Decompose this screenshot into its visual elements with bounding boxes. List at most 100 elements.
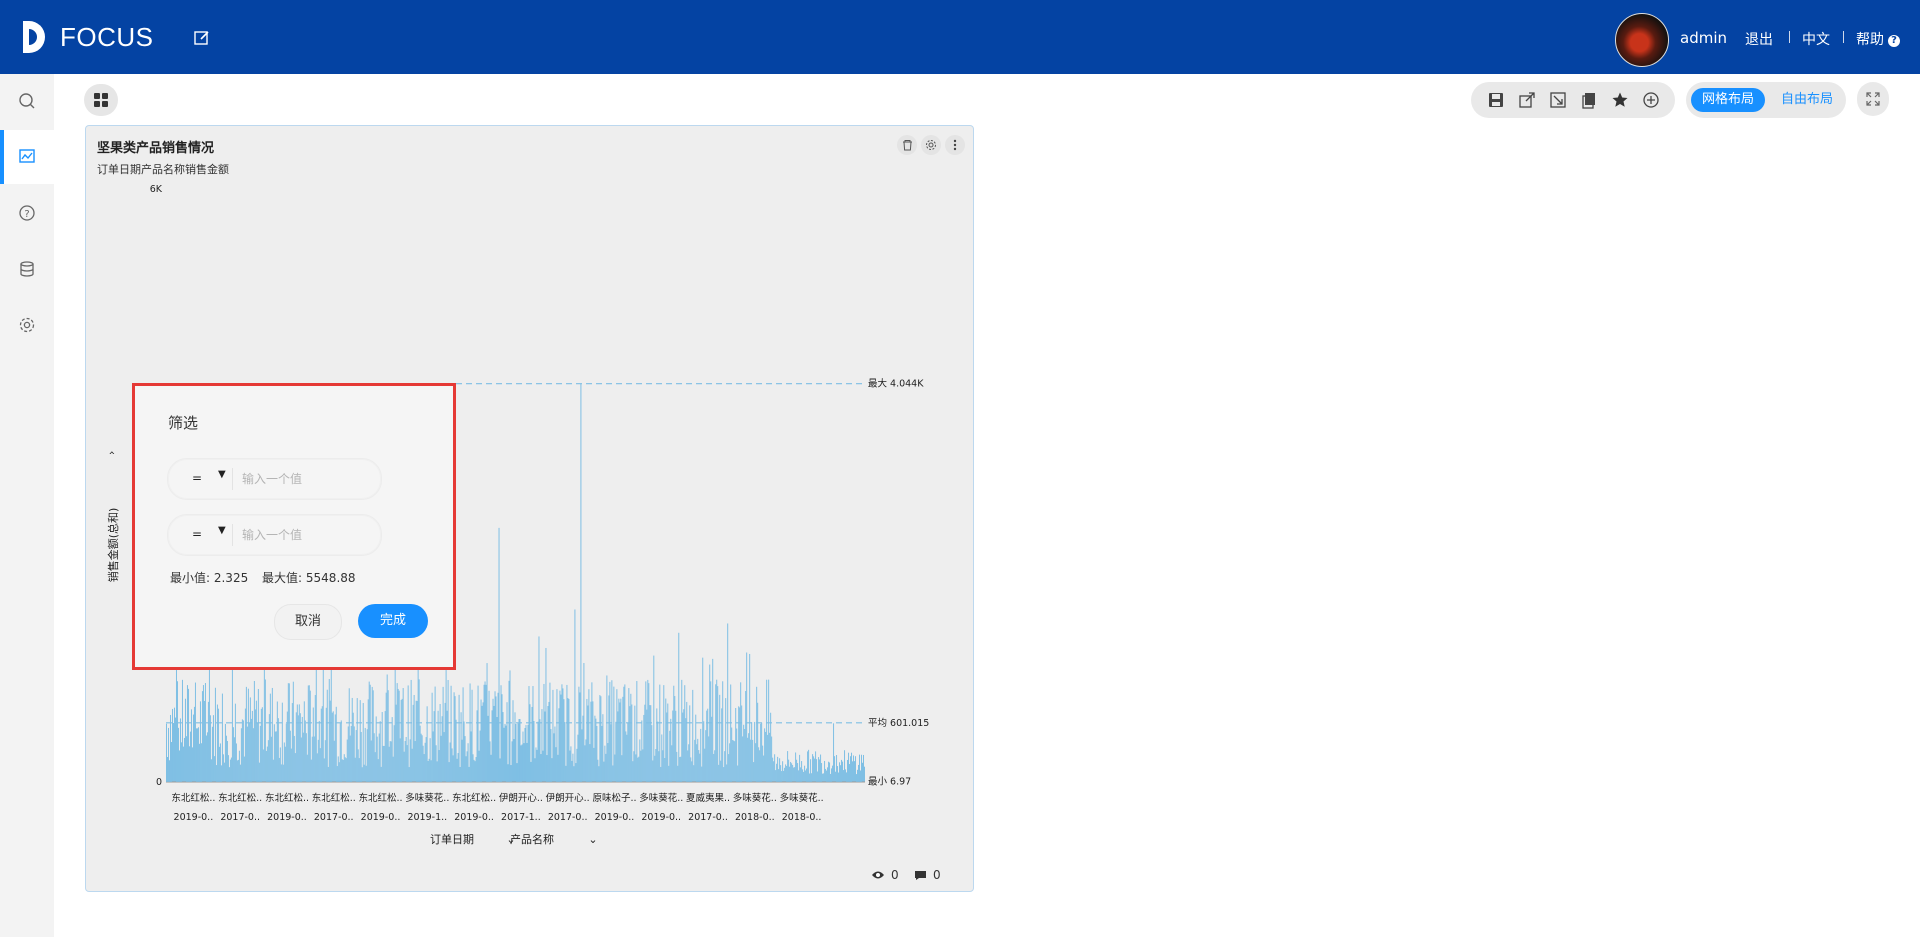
bar [614,754,616,782]
bar [190,709,192,782]
copy-icon[interactable] [1580,91,1598,109]
edit-icon[interactable] [193,29,211,51]
star-icon[interactable] [1611,91,1629,109]
bar [732,740,734,782]
bar [798,770,800,782]
grid-layout-button[interactable]: 网格布局 [1691,88,1765,112]
bar [494,691,496,782]
bar [706,710,708,782]
bar [382,745,384,782]
sidebar-item-dashboard[interactable] [0,130,54,184]
bar [828,761,830,782]
bar [360,731,362,782]
bar [835,771,837,782]
bar [259,725,261,782]
add-icon[interactable] [1642,91,1660,109]
bar [191,747,193,782]
bar [817,771,819,782]
bar [701,766,703,782]
grid-icon [94,93,108,107]
bar [268,714,270,782]
bar [347,726,349,782]
bar [384,711,386,782]
bar [386,674,388,782]
bar [603,761,605,782]
bar [682,712,684,782]
bar [851,752,853,782]
bar [750,739,752,782]
caret-down-icon[interactable]: ▼ [218,525,226,536]
bar [309,690,311,782]
bar [166,723,167,782]
sidebar-item-data[interactable] [0,242,54,296]
x-dimension-chevron-icon[interactable]: ⌄ [588,833,597,846]
bar [279,747,281,782]
bar [284,746,286,782]
help-link[interactable]: 帮助? [1856,29,1900,49]
bar [704,748,706,782]
value-input[interactable] [240,459,374,499]
free-layout-button[interactable]: 自由布局 [1772,88,1842,112]
bar [766,679,768,782]
y-axis-chevron-icon[interactable]: › [105,451,118,455]
sidebar-item-settings[interactable] [0,298,54,352]
bar [720,760,722,782]
fullscreen-button[interactable] [1857,82,1889,116]
bar [735,707,737,782]
bar [553,733,555,782]
bar [702,657,704,782]
bar [245,686,247,782]
sidebar-item-help[interactable]: ? [0,186,54,240]
avatar[interactable] [1615,13,1669,67]
bar [188,746,190,782]
y-axis-label[interactable]: 销售金额(总和) [106,508,120,583]
export-icon[interactable] [1549,91,1567,109]
bar [298,704,300,782]
bar [608,695,610,782]
caret-down-icon[interactable]: ▼ [218,469,226,480]
bar [762,745,764,782]
bar [505,725,507,782]
done-button[interactable]: 完成 [358,604,428,638]
save-icon[interactable] [1487,91,1505,109]
sidebar-item-search[interactable] [0,74,54,128]
x-tick-label-date: 2019-1.. [407,812,447,823]
bar [468,766,470,782]
bar [393,725,395,782]
bar [379,721,381,782]
bar [634,705,636,782]
dashboard-toolbar [1471,82,1675,118]
cancel-button[interactable]: 取消 [274,604,342,640]
bar [564,722,566,782]
operator-select[interactable]: = [192,527,202,541]
bar [626,734,628,782]
bar [173,707,175,782]
bar [686,701,688,782]
value-input[interactable] [240,515,374,555]
logout-link[interactable]: 退出 [1745,29,1773,49]
divider [232,524,233,546]
bar [219,743,221,782]
bar [421,735,423,782]
bar [572,753,574,782]
bar [527,724,529,782]
bar [743,724,745,782]
bar [286,711,288,782]
x-dimension-order-date[interactable]: 订单日期 [430,833,474,846]
x-tick-label-date: 2017-1.. [501,812,541,823]
x-dimension-product-name[interactable]: 产品名称 [510,832,554,846]
username[interactable]: admin [1680,29,1727,47]
bar [237,759,239,782]
bar [344,757,346,782]
focus-logo[interactable]: FOCUS [20,18,154,56]
bar [423,754,425,782]
share-icon[interactable] [1518,91,1536,109]
bar [187,688,189,782]
dashboard-list-button[interactable] [84,84,118,116]
bar [632,761,634,782]
operator-select[interactable]: = [192,471,202,485]
bar [341,759,343,782]
bar [277,718,279,782]
bar [729,743,731,782]
language-link[interactable]: 中文 [1802,29,1830,49]
